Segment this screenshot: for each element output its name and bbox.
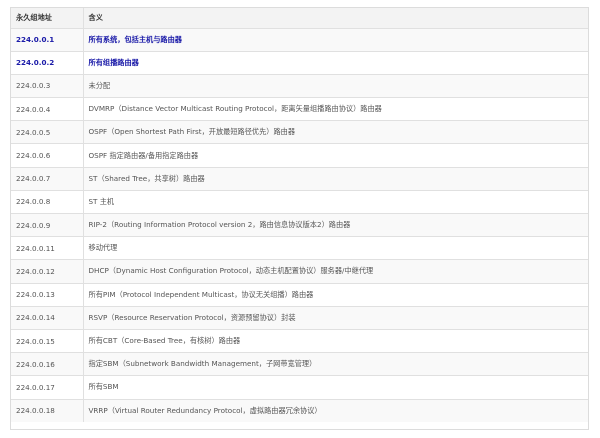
address-cell: 224.0.0.7: [11, 167, 84, 191]
address-cell: 224.0.0.9: [11, 213, 84, 238]
meaning-cell: 未分配: [83, 74, 588, 99]
table-row: 224.0.0.2 所有组播路由器: [11, 51, 588, 75]
multicast-address-table: 永久组地址 含义 224.0.0.1 所有系统，包括主机与路由器 224.0.0.…: [11, 8, 588, 423]
address-cell: 224.0.0.4: [11, 97, 84, 122]
address-cell: 224.0.0.15: [11, 329, 84, 354]
meaning-cell: DHCP（Dynamic Host Configuration Protocol…: [83, 259, 588, 284]
meaning-cell: OSPF 指定路由器/备用指定路由器: [83, 143, 588, 168]
meaning-cell: 所有CBT（Core-Based Tree，有核树）路由器: [83, 329, 588, 354]
address-cell: 224.0.0.12: [11, 259, 84, 284]
address-cell: 224.0.0.13: [11, 283, 84, 307]
meaning-cell: DVMRP（Distance Vector Multicast Routing …: [83, 97, 588, 122]
address-cell: 224.0.0.8: [11, 190, 84, 215]
column-header-meaning: 含义: [83, 8, 588, 29]
address-cell: 224.0.0.14: [11, 306, 84, 330]
table-header-row: 永久组地址 含义: [11, 8, 588, 29]
address-cell: 224.0.0.5: [11, 120, 84, 145]
meaning-cell: 指定SBM（Subnetwork Bandwidth Management，子网…: [83, 352, 588, 377]
table-row: 224.0.0.12 DHCP（Dynamic Host Configuratio…: [11, 259, 588, 284]
meaning-cell: OSPF（Open Shortest Path First，开放最短路径优先）路…: [83, 120, 588, 145]
meaning-cell: 所有组播路由器: [83, 51, 588, 75]
table-row: 224.0.0.17 所有SBM: [11, 375, 588, 400]
table-row: 224.0.0.8 ST 主机: [11, 190, 588, 215]
table-row: 224.0.0.15 所有CBT（Core-Based Tree，有核树）路由器: [11, 329, 588, 354]
address-cell: 224.0.0.1: [11, 28, 84, 52]
address-cell: 224.0.0.11: [11, 236, 84, 261]
table-body: 224.0.0.1 所有系统，包括主机与路由器 224.0.0.2 所有组播路由器 …: [11, 28, 588, 423]
column-header-address: 永久组地址: [11, 8, 84, 29]
address-cell: 224.0.0.16: [11, 352, 84, 377]
table-row: 224.0.0.16 指定SBM（Subnetwork Bandwidth Man…: [11, 352, 588, 377]
table-row: 224.0.0.14 RSVP（Resource Reservation Prot…: [11, 306, 588, 330]
meaning-cell: 所有SBM: [83, 375, 588, 400]
meaning-cell: VRRP（Virtual Router Redundancy Protocol，…: [83, 399, 588, 423]
table-row: 224.0.0.18 VRRP（Virtual Router Redundancy…: [11, 399, 588, 423]
meaning-cell: RSVP（Resource Reservation Protocol，资源预留协…: [83, 306, 588, 330]
table-header: 永久组地址 含义: [11, 8, 588, 29]
table-row: 224.0.0.5 OSPF（Open Shortest Path First，开…: [11, 120, 588, 145]
address-cell: 224.0.0.3: [11, 74, 84, 99]
table-row: 224.0.0.9 RIP-2（Routing Information Proto…: [11, 213, 588, 238]
table-row: 224.0.0.6 OSPF 指定路由器/备用指定路由器: [11, 143, 588, 168]
address-cell: 224.0.0.2: [11, 51, 84, 75]
meaning-cell: RIP-2（Routing Information Protocol versi…: [83, 213, 588, 238]
address-cell: 224.0.0.17: [11, 375, 84, 400]
meaning-cell: ST 主机: [83, 190, 588, 215]
meaning-cell: ST（Shared Tree，共享树）路由器: [83, 167, 588, 191]
meaning-cell: 所有系统，包括主机与路由器: [83, 28, 588, 52]
address-cell: 224.0.0.6: [11, 143, 84, 168]
table-row: 224.0.0.1 所有系统，包括主机与路由器: [11, 28, 588, 52]
table-row: 224.0.0.13 所有PIM（Protocol Independent Mul…: [11, 283, 588, 307]
table-row: 224.0.0.7 ST（Shared Tree，共享树）路由器: [11, 167, 588, 191]
meaning-cell: 所有PIM（Protocol Independent Multicast，协议无…: [83, 283, 588, 307]
table-row: 224.0.0.4 DVMRP（Distance Vector Multicast…: [11, 97, 588, 122]
meaning-cell: 移动代理: [83, 236, 588, 261]
multicast-address-table-container: 永久组地址 含义 224.0.0.1 所有系统，包括主机与路由器 224.0.0.…: [10, 7, 589, 430]
table-row: 224.0.0.3 未分配: [11, 74, 588, 99]
address-cell: 224.0.0.18: [11, 399, 84, 423]
table-row: 224.0.0.11 移动代理: [11, 236, 588, 261]
